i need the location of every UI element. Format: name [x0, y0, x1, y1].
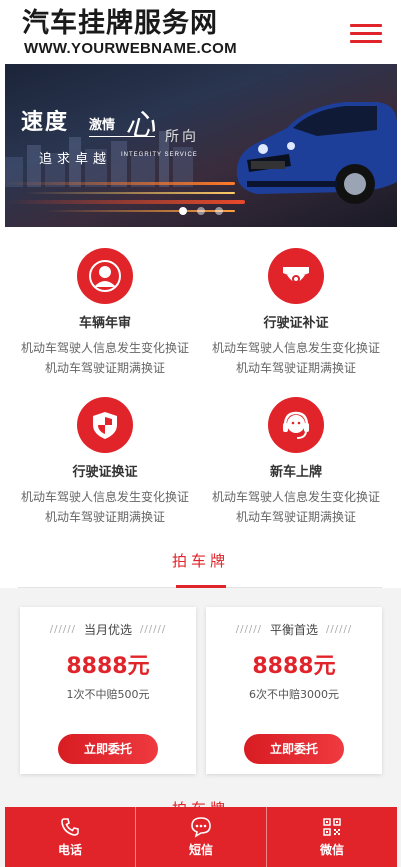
nav-label: 电话 [57, 843, 82, 857]
plan-card: ////// 当月优选 ////// 8888元 1次不中赔500元 立即委托 [20, 607, 196, 774]
message-icon [190, 816, 212, 838]
site-title[interactable]: 汽车挂牌服务网 [22, 8, 218, 40]
carousel-dot[interactable] [197, 207, 205, 215]
plan-deco: ////// [49, 624, 76, 635]
plan-card: ////// 平衡首选 ////// 8888元 6次不中赔3000元 立即委托 [206, 607, 382, 774]
nav-label: 短信 [188, 843, 213, 857]
banner-subtitle-en: INTEGRITY SERVICE [121, 152, 198, 158]
car-image [236, 102, 397, 204]
light-streak [25, 192, 235, 194]
plan-price: 8888元 [66, 654, 150, 679]
service-item[interactable]: 新车上牌 机动车驾驶人信息发生变化换证 机动车驾驶证期满换证 [201, 397, 391, 527]
service-desc: 机动车驾驶人信息发生变化换证 机动车驾驶证期满换证 [10, 338, 200, 378]
header: 汽车挂牌服务网 WWW.YOURWEBNAME.COM [0, 0, 401, 64]
phone-icon [60, 816, 80, 838]
light-streak [5, 182, 235, 185]
service-desc: 机动车驾驶人信息发生变化换证 机动车驾驶证期满换证 [201, 487, 391, 527]
plan-card-header: ////// 平衡首选 ////// [206, 621, 382, 638]
service-title: 行驶证补证 [263, 316, 329, 331]
plan-card-header: ////// 当月优选 ////// [20, 621, 196, 638]
qrcode-icon [322, 816, 342, 838]
plan-note: 6次不中赔3000元 [249, 688, 339, 701]
service-title: 新车上牌 [269, 465, 322, 480]
banner-title-passion: 激情 [89, 118, 116, 133]
service-item[interactable]: 行驶证换证 机动车驾驶人信息发生变化换证 机动车驾驶证期满换证 [10, 397, 200, 527]
service-title: 车辆年审 [78, 316, 131, 331]
plan-name: 平衡首选 [269, 623, 318, 637]
service-item[interactable]: 行驶证补证 机动车驾驶人信息发生变化换证 机动车驾驶证期满换证 [201, 248, 391, 378]
entrust-button[interactable]: 立即委托 [58, 734, 158, 764]
service-desc: 机动车驾驶人信息发生变化换证 机动车驾驶证期满换证 [201, 338, 391, 378]
hamburger-menu-icon[interactable] [350, 24, 382, 44]
banner-divider [89, 136, 155, 137]
headset-icon [268, 397, 324, 453]
nav-sms[interactable]: 短信 [136, 807, 267, 867]
service-desc-line: 机动车驾驶人信息发生变化换证 [211, 490, 380, 504]
banner-title-speed: 速度 [21, 110, 70, 135]
plan-name: 当月优选 [83, 623, 132, 637]
service-desc-line: 机动车驾驶证期满换证 [44, 361, 165, 375]
plan-deco: ////// [140, 624, 167, 635]
light-streak [5, 200, 245, 204]
service-desc-line: 机动车驾驶人信息发生变化换证 [20, 490, 189, 504]
banner-subtitle: 追求卓越 [39, 152, 112, 167]
nav-phone[interactable]: 电话 [5, 807, 136, 867]
service-item[interactable]: 车辆年审 机动车驾驶人信息发生变化换证 机动车驾驶证期满换证 [10, 248, 200, 378]
service-desc-line: 机动车驾驶证期满换证 [235, 361, 356, 375]
banner-title-direction: 所向 [165, 129, 199, 145]
nav-label: 微信 [319, 843, 344, 857]
nav-wechat[interactable]: 微信 [267, 807, 397, 867]
service-desc-line: 机动车驾驶证期满换证 [44, 510, 165, 524]
camera-icon [268, 248, 324, 304]
entrust-button[interactable]: 立即委托 [244, 734, 344, 764]
service-desc: 机动车驾驶人信息发生变化换证 机动车驾驶证期满换证 [10, 487, 200, 527]
carousel-dots [179, 207, 223, 215]
plan-deco: ////// [326, 624, 353, 635]
shield-icon [77, 397, 133, 453]
site-domain: WWW.YOURWEBNAME.COM [24, 40, 237, 57]
plan-note: 1次不中赔500元 [66, 688, 150, 701]
bottom-nav: 电话 短信 微信 [5, 807, 397, 867]
user-icon [77, 248, 133, 304]
service-desc-line: 机动车驾驶人信息发生变化换证 [20, 341, 189, 355]
service-desc-line: 机动车驾驶证期满换证 [235, 510, 356, 524]
carousel-dot[interactable] [179, 207, 187, 215]
hero-banner[interactable]: 速度 激情 心 所向 追求卓越 INTEGRITY SERVICE [5, 64, 397, 227]
service-title: 行驶证换证 [72, 465, 138, 480]
section-title: 拍车牌 [171, 552, 229, 570]
carousel-dot[interactable] [215, 207, 223, 215]
plan-deco: ////// [235, 624, 262, 635]
banner-title-heart: 心 [125, 108, 155, 143]
service-desc-line: 机动车驾驶人信息发生变化换证 [211, 341, 380, 355]
plan-price: 8888元 [252, 654, 336, 679]
